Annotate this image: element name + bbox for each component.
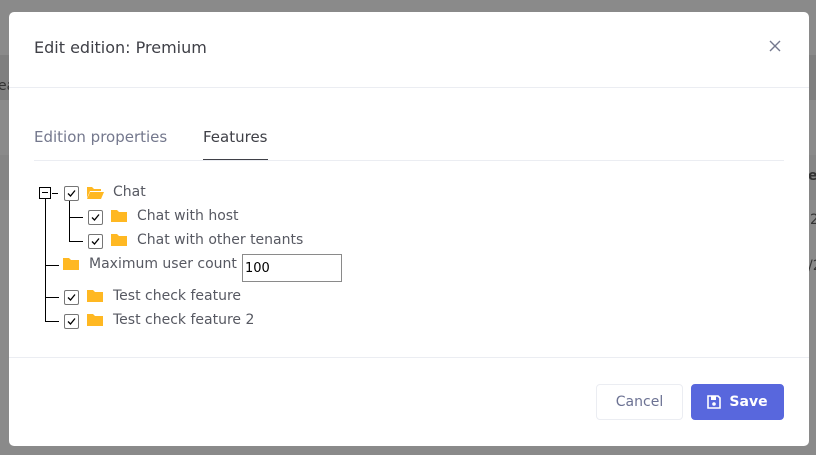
checkmark-icon [91, 238, 100, 245]
tree-node-label[interactable]: Chat with host [137, 208, 239, 224]
close-button[interactable] [767, 38, 783, 54]
checkmark-icon [91, 214, 100, 221]
tree-node-label[interactable]: Chat [113, 184, 146, 200]
close-icon [769, 40, 781, 52]
modal-title: Edit edition: Premium [34, 38, 207, 57]
cancel-button[interactable]: Cancel [596, 384, 683, 420]
tree-node-label[interactable]: Chat with other tenants [137, 232, 303, 248]
tab-features[interactable]: Features [203, 128, 268, 160]
folder-icon [87, 290, 103, 302]
tree-connector [69, 200, 70, 241]
tree-connector [45, 321, 59, 322]
folder-icon [87, 314, 103, 326]
checkbox-test-check-feature-2[interactable] [64, 314, 79, 329]
modal-header: Edit edition: Premium [9, 12, 809, 88]
save-button-label: Save [729, 394, 768, 410]
checkbox-chat-with-other-tenants[interactable] [88, 234, 103, 249]
folder-icon [111, 210, 127, 222]
tab-edition-properties[interactable]: Edition properties [34, 128, 167, 159]
tree-node-label[interactable]: Test check feature 2 [113, 312, 254, 328]
background-text: ea [808, 168, 816, 184]
maximum-user-count-input[interactable] [242, 254, 342, 282]
checkmark-icon [67, 190, 76, 197]
tree-connector [69, 217, 83, 218]
checkmark-icon [67, 294, 76, 301]
collapse-toggle[interactable] [39, 187, 51, 199]
tree-connector [69, 241, 83, 242]
folder-icon [111, 234, 127, 246]
cancel-button-label: Cancel [615, 394, 664, 410]
folder-icon [63, 258, 79, 270]
save-button[interactable]: Save [691, 384, 784, 420]
checkbox-test-check-feature[interactable] [64, 290, 79, 305]
tree-connector [45, 265, 59, 266]
tree-connector [45, 198, 46, 321]
folder-open-icon [87, 187, 104, 199]
tree-connector [52, 193, 58, 194]
background-text: /2 [808, 258, 816, 274]
tree-connector [45, 297, 59, 298]
checkmark-icon [67, 318, 76, 325]
tree-node-label[interactable]: Maximum user count [89, 256, 237, 272]
tree-node-label[interactable]: Test check feature [113, 288, 241, 304]
tab-bar: Edition properties Features [34, 112, 784, 161]
modal-footer: Cancel Save [9, 357, 809, 446]
save-icon [707, 395, 722, 409]
checkbox-chat[interactable] [64, 186, 79, 201]
background-text: 2 [810, 212, 816, 228]
checkbox-chat-with-host[interactable] [88, 210, 103, 225]
edit-edition-modal: Edit edition: Premium Edition properties… [9, 12, 809, 446]
